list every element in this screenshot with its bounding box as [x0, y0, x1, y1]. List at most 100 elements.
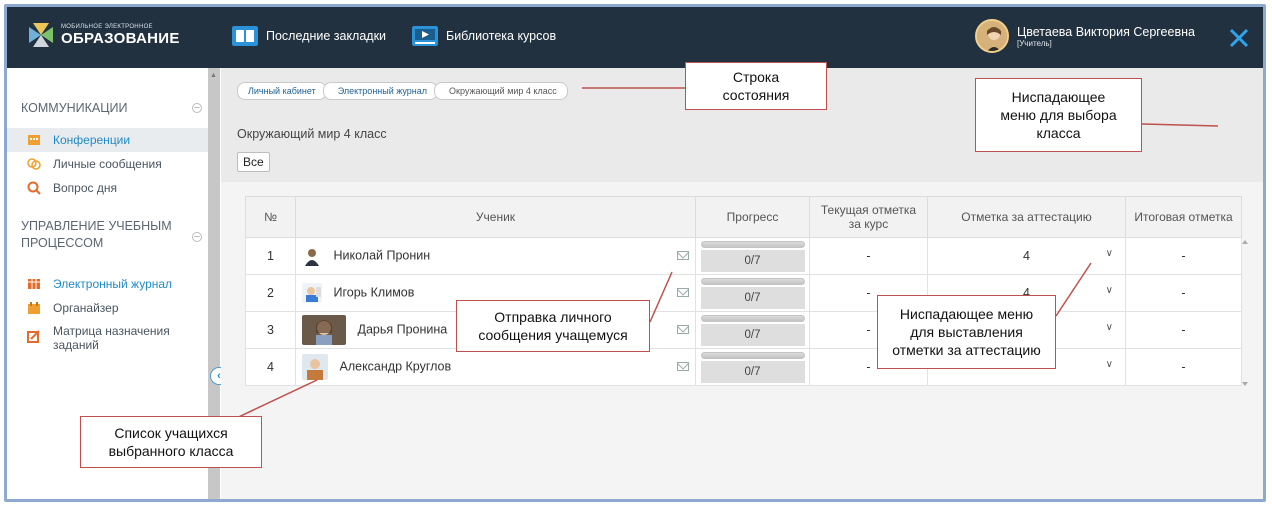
final-grade: -	[1125, 274, 1242, 312]
nav-course-library-label: Библиотека курсов	[446, 29, 557, 43]
collapse-communications-icon[interactable]: −	[192, 103, 202, 114]
student-name[interactable]: Александр Круглов	[339, 359, 451, 373]
callout-line: Список учащихся	[114, 425, 228, 441]
student-name[interactable]: Николай Пронин	[333, 248, 430, 262]
sidebar-item-organizer[interactable]: Органайзер	[7, 296, 211, 320]
journal-icon	[28, 279, 40, 289]
col-header-attestation: Отметка за аттестацию	[927, 196, 1126, 238]
question-icon	[27, 181, 41, 195]
breadcrumb-item[interactable]: Личный кабинет	[237, 82, 327, 100]
table-row: 3 Дарья Пронина 0/7 - ∨ -	[245, 311, 1242, 349]
progress-cell: 0/7	[695, 237, 810, 275]
sidebar-item-label: Органайзер	[53, 301, 119, 315]
user-name: Цветаева Виктория Сергеевна	[1017, 24, 1195, 39]
sidebar-item-journal[interactable]: Электронный журнал	[7, 272, 211, 296]
sidebar-section-learning-management: УПРАВЛЕНИЕ УЧЕБНЫМ ПРОЦЕССОМ	[21, 218, 172, 252]
chevron-down-icon[interactable]: ∨	[1106, 359, 1113, 370]
teacher-photo-icon	[977, 21, 1007, 51]
sidebar-item-label: Вопрос дня	[53, 181, 117, 195]
progress-text: 0/7	[700, 323, 805, 346]
nav-recent-bookmarks-label: Последние закладки	[266, 29, 387, 43]
student-photo-icon	[302, 246, 322, 266]
logo[interactable]: МОБИЛЬНОЕ ЭЛЕКТРОННОЕ ОБРАЗОВАНИЕ	[27, 21, 180, 49]
row-number: 4	[245, 348, 296, 386]
nav-recent-bookmarks[interactable]: Последние закладки	[232, 26, 386, 46]
table-header-row: № Ученик Прогресс Текущая отметка за кур…	[245, 196, 1242, 238]
attestation-grade-select[interactable]: 4 ∨	[927, 237, 1126, 275]
avatar	[975, 19, 1009, 53]
progress-cell: 0/7	[695, 274, 810, 312]
send-message-icon[interactable]	[677, 325, 689, 334]
send-message-icon[interactable]	[677, 251, 689, 260]
organizer-icon	[28, 302, 40, 314]
callout-line: отметки за аттестацию	[892, 342, 1041, 358]
row-number: 2	[245, 274, 296, 312]
callout-line: Ниспадающее	[1011, 89, 1106, 105]
progress-cell: 0/7	[695, 348, 810, 386]
scroll-up-icon[interactable]: ▲	[210, 72, 217, 79]
student-cell: Николай Пронин	[295, 237, 696, 275]
collapse-learning-icon[interactable]: −	[192, 232, 202, 243]
callout-students-list: Список учащихся выбранного класса	[80, 416, 262, 468]
callout-line: состояния	[722, 87, 790, 103]
progress-text: 0/7	[700, 286, 805, 309]
callout-line: Строка	[732, 69, 780, 85]
chevron-down-icon[interactable]: ∨	[1106, 322, 1113, 333]
filter-all-button[interactable]: Все	[237, 152, 270, 172]
callout-line: класса	[1036, 125, 1081, 141]
breadcrumb-item[interactable]: Электронный журнал	[322, 82, 439, 100]
send-message-icon[interactable]	[677, 362, 689, 371]
table-scrollbar[interactable]	[1241, 238, 1249, 388]
sidebar-item-conferences[interactable]: Конференции	[7, 128, 211, 152]
table-row: 1 Николай Пронин 0/7 - 4 ∨ -	[245, 237, 1242, 275]
chevron-down-icon[interactable]: ∨	[1106, 248, 1113, 259]
user-profile[interactable]: Цветаева Виктория Сергеевна [Учитель]	[975, 19, 1195, 53]
col-header-progress: Прогресс	[695, 196, 810, 238]
student-photo-icon	[302, 283, 322, 303]
top-bar: МОБИЛЬНОЕ ЭЛЕКТРОННОЕ ОБРАЗОВАНИЕ Послед…	[7, 7, 1263, 68]
send-message-icon[interactable]	[677, 288, 689, 297]
sidebar-item-label: Матрица назначения заданий	[53, 324, 170, 352]
callout-grade-menu: Ниспадающее меню для выставления отметки з…	[877, 295, 1056, 369]
book-icon	[232, 26, 258, 46]
callout-line: Отправка личного	[494, 309, 612, 325]
breadcrumb-item-current: Окружающий мир 4 класс	[434, 82, 568, 100]
section-line: УПРАВЛЕНИЕ УЧЕБНЫМ	[21, 219, 172, 233]
close-button[interactable]	[1215, 7, 1263, 68]
callout-send-message: Отправка личного сообщения учащемуся	[456, 300, 650, 352]
progress-text: 0/7	[700, 249, 805, 272]
logo-icon	[29, 23, 53, 47]
student-photo-icon	[302, 315, 346, 345]
progress-text: 0/7	[700, 360, 805, 383]
conference-icon	[28, 135, 40, 145]
final-grade: -	[1125, 237, 1242, 275]
callout-status-line: Строка состояния	[685, 62, 827, 110]
sidebar-item-messages[interactable]: Личные сообщения	[7, 152, 211, 176]
sidebar-section-communications: КОММУНИКАЦИИ	[21, 101, 128, 115]
callout-line: выбранного класса	[108, 443, 234, 459]
header-line: Текущая отметка	[820, 203, 917, 217]
student-name[interactable]: Игорь Климов	[333, 285, 414, 299]
callout-line: для выставления	[910, 324, 1023, 340]
attestation-value: 4	[1023, 249, 1030, 263]
col-header-student: Ученик	[295, 196, 696, 238]
video-library-icon	[412, 26, 438, 46]
nav-course-library[interactable]: Библиотека курсов	[412, 26, 556, 46]
student-name[interactable]: Дарья Пронина	[357, 322, 447, 336]
col-header-current-grade: Текущая отметка за курс	[809, 196, 928, 238]
table-row: 2 Игорь Климов 0/7 - 4 ∨ -	[245, 274, 1242, 312]
col-header-number: №	[245, 196, 296, 238]
close-icon	[1229, 28, 1249, 47]
label-line: заданий	[53, 338, 99, 352]
final-grade: -	[1125, 348, 1242, 386]
callout-line: Ниспадающее меню	[899, 306, 1034, 322]
sidebar-item-task-matrix[interactable]: Матрица назначения заданий	[7, 324, 211, 358]
callout-line: сообщения учащемуся	[478, 327, 628, 343]
sidebar-item-question-of-day[interactable]: Вопрос дня	[7, 176, 211, 200]
label-line: Матрица назначения	[53, 324, 170, 338]
student-photo-icon	[302, 354, 328, 380]
matrix-icon	[27, 330, 40, 343]
final-grade: -	[1125, 311, 1242, 349]
chevron-down-icon[interactable]: ∨	[1106, 285, 1113, 296]
breadcrumb: Личный кабинет Электронный журнал Окружа…	[237, 82, 568, 100]
